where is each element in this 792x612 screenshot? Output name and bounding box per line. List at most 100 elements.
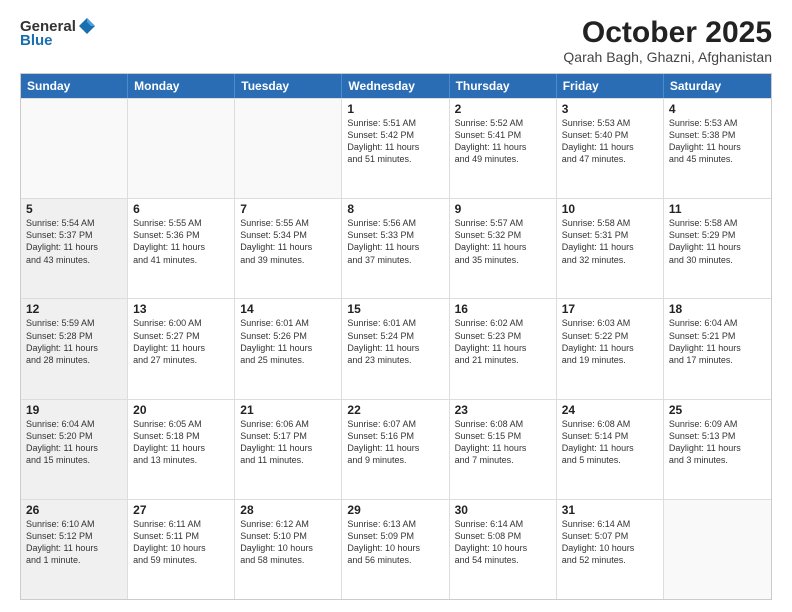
- day-number: 12: [26, 302, 122, 316]
- page: General Blue October 2025 Qarah Bagh, Gh…: [0, 0, 792, 612]
- day-number: 18: [669, 302, 766, 316]
- calendar-cell: 24Sunrise: 6:08 AM Sunset: 5:14 PM Dayli…: [557, 400, 664, 499]
- cell-text: Sunrise: 6:09 AM Sunset: 5:13 PM Dayligh…: [669, 418, 766, 467]
- calendar-row: 19Sunrise: 6:04 AM Sunset: 5:20 PM Dayli…: [21, 399, 771, 499]
- cell-text: Sunrise: 6:08 AM Sunset: 5:15 PM Dayligh…: [455, 418, 551, 467]
- cell-text: Sunrise: 6:04 AM Sunset: 5:20 PM Dayligh…: [26, 418, 122, 467]
- cell-text: Sunrise: 5:58 AM Sunset: 5:31 PM Dayligh…: [562, 217, 658, 266]
- calendar-body: 1Sunrise: 5:51 AM Sunset: 5:42 PM Daylig…: [21, 98, 771, 599]
- calendar-cell: [235, 99, 342, 198]
- calendar-cell: 19Sunrise: 6:04 AM Sunset: 5:20 PM Dayli…: [21, 400, 128, 499]
- calendar-row: 12Sunrise: 5:59 AM Sunset: 5:28 PM Dayli…: [21, 298, 771, 398]
- day-number: 15: [347, 302, 443, 316]
- header: General Blue October 2025 Qarah Bagh, Gh…: [20, 16, 772, 65]
- cell-text: Sunrise: 6:01 AM Sunset: 5:24 PM Dayligh…: [347, 317, 443, 366]
- calendar-cell: 14Sunrise: 6:01 AM Sunset: 5:26 PM Dayli…: [235, 299, 342, 398]
- calendar-cell: 30Sunrise: 6:14 AM Sunset: 5:08 PM Dayli…: [450, 500, 557, 599]
- day-number: 6: [133, 202, 229, 216]
- day-number: 19: [26, 403, 122, 417]
- cell-text: Sunrise: 6:02 AM Sunset: 5:23 PM Dayligh…: [455, 317, 551, 366]
- cell-text: Sunrise: 6:05 AM Sunset: 5:18 PM Dayligh…: [133, 418, 229, 467]
- day-number: 28: [240, 503, 336, 517]
- cell-text: Sunrise: 5:54 AM Sunset: 5:37 PM Dayligh…: [26, 217, 122, 266]
- calendar-cell: 26Sunrise: 6:10 AM Sunset: 5:12 PM Dayli…: [21, 500, 128, 599]
- day-number: 9: [455, 202, 551, 216]
- day-number: 2: [455, 102, 551, 116]
- calendar-cell: 27Sunrise: 6:11 AM Sunset: 5:11 PM Dayli…: [128, 500, 235, 599]
- calendar-cell: 16Sunrise: 6:02 AM Sunset: 5:23 PM Dayli…: [450, 299, 557, 398]
- weekday-header: Wednesday: [342, 74, 449, 98]
- cell-text: Sunrise: 6:07 AM Sunset: 5:16 PM Dayligh…: [347, 418, 443, 467]
- calendar-cell: 4Sunrise: 5:53 AM Sunset: 5:38 PM Daylig…: [664, 99, 771, 198]
- calendar-cell: [664, 500, 771, 599]
- cell-text: Sunrise: 6:04 AM Sunset: 5:21 PM Dayligh…: [669, 317, 766, 366]
- cell-text: Sunrise: 6:14 AM Sunset: 5:08 PM Dayligh…: [455, 518, 551, 567]
- logo: General Blue: [20, 16, 97, 49]
- calendar-cell: [128, 99, 235, 198]
- day-number: 8: [347, 202, 443, 216]
- calendar-cell: 11Sunrise: 5:58 AM Sunset: 5:29 PM Dayli…: [664, 199, 771, 298]
- calendar-cell: 1Sunrise: 5:51 AM Sunset: 5:42 PM Daylig…: [342, 99, 449, 198]
- calendar-cell: 12Sunrise: 5:59 AM Sunset: 5:28 PM Dayli…: [21, 299, 128, 398]
- calendar-cell: 8Sunrise: 5:56 AM Sunset: 5:33 PM Daylig…: [342, 199, 449, 298]
- calendar-cell: 5Sunrise: 5:54 AM Sunset: 5:37 PM Daylig…: [21, 199, 128, 298]
- calendar-cell: 18Sunrise: 6:04 AM Sunset: 5:21 PM Dayli…: [664, 299, 771, 398]
- calendar-row: 26Sunrise: 6:10 AM Sunset: 5:12 PM Dayli…: [21, 499, 771, 599]
- day-number: 7: [240, 202, 336, 216]
- calendar-cell: 23Sunrise: 6:08 AM Sunset: 5:15 PM Dayli…: [450, 400, 557, 499]
- calendar-cell: 9Sunrise: 5:57 AM Sunset: 5:32 PM Daylig…: [450, 199, 557, 298]
- day-number: 31: [562, 503, 658, 517]
- day-number: 21: [240, 403, 336, 417]
- weekday-header: Thursday: [450, 74, 557, 98]
- day-number: 23: [455, 403, 551, 417]
- day-number: 27: [133, 503, 229, 517]
- day-number: 29: [347, 503, 443, 517]
- calendar: SundayMondayTuesdayWednesdayThursdayFrid…: [20, 73, 772, 600]
- day-number: 22: [347, 403, 443, 417]
- logo-blue: Blue: [20, 32, 53, 49]
- calendar-cell: 28Sunrise: 6:12 AM Sunset: 5:10 PM Dayli…: [235, 500, 342, 599]
- calendar-cell: [21, 99, 128, 198]
- cell-text: Sunrise: 5:55 AM Sunset: 5:34 PM Dayligh…: [240, 217, 336, 266]
- day-number: 20: [133, 403, 229, 417]
- cell-text: Sunrise: 5:59 AM Sunset: 5:28 PM Dayligh…: [26, 317, 122, 366]
- calendar-row: 1Sunrise: 5:51 AM Sunset: 5:42 PM Daylig…: [21, 98, 771, 198]
- cell-text: Sunrise: 6:12 AM Sunset: 5:10 PM Dayligh…: [240, 518, 336, 567]
- calendar-cell: 31Sunrise: 6:14 AM Sunset: 5:07 PM Dayli…: [557, 500, 664, 599]
- calendar-cell: 17Sunrise: 6:03 AM Sunset: 5:22 PM Dayli…: [557, 299, 664, 398]
- calendar-cell: 25Sunrise: 6:09 AM Sunset: 5:13 PM Dayli…: [664, 400, 771, 499]
- cell-text: Sunrise: 6:11 AM Sunset: 5:11 PM Dayligh…: [133, 518, 229, 567]
- day-number: 30: [455, 503, 551, 517]
- weekday-header: Friday: [557, 74, 664, 98]
- cell-text: Sunrise: 6:10 AM Sunset: 5:12 PM Dayligh…: [26, 518, 122, 567]
- day-number: 16: [455, 302, 551, 316]
- calendar-cell: 21Sunrise: 6:06 AM Sunset: 5:17 PM Dayli…: [235, 400, 342, 499]
- weekday-header: Monday: [128, 74, 235, 98]
- day-number: 13: [133, 302, 229, 316]
- calendar-cell: 3Sunrise: 5:53 AM Sunset: 5:40 PM Daylig…: [557, 99, 664, 198]
- cell-text: Sunrise: 6:08 AM Sunset: 5:14 PM Dayligh…: [562, 418, 658, 467]
- calendar-row: 5Sunrise: 5:54 AM Sunset: 5:37 PM Daylig…: [21, 198, 771, 298]
- cell-text: Sunrise: 5:53 AM Sunset: 5:40 PM Dayligh…: [562, 117, 658, 166]
- calendar-cell: 15Sunrise: 6:01 AM Sunset: 5:24 PM Dayli…: [342, 299, 449, 398]
- cell-text: Sunrise: 5:56 AM Sunset: 5:33 PM Dayligh…: [347, 217, 443, 266]
- day-number: 26: [26, 503, 122, 517]
- weekday-header: Saturday: [664, 74, 771, 98]
- cell-text: Sunrise: 5:53 AM Sunset: 5:38 PM Dayligh…: [669, 117, 766, 166]
- day-number: 4: [669, 102, 766, 116]
- day-number: 25: [669, 403, 766, 417]
- weekday-header: Tuesday: [235, 74, 342, 98]
- cell-text: Sunrise: 6:06 AM Sunset: 5:17 PM Dayligh…: [240, 418, 336, 467]
- calendar-cell: 20Sunrise: 6:05 AM Sunset: 5:18 PM Dayli…: [128, 400, 235, 499]
- cell-text: Sunrise: 6:13 AM Sunset: 5:09 PM Dayligh…: [347, 518, 443, 567]
- cell-text: Sunrise: 6:03 AM Sunset: 5:22 PM Dayligh…: [562, 317, 658, 366]
- calendar-cell: 10Sunrise: 5:58 AM Sunset: 5:31 PM Dayli…: [557, 199, 664, 298]
- day-number: 1: [347, 102, 443, 116]
- cell-text: Sunrise: 5:51 AM Sunset: 5:42 PM Dayligh…: [347, 117, 443, 166]
- calendar-header: SundayMondayTuesdayWednesdayThursdayFrid…: [21, 74, 771, 98]
- day-number: 24: [562, 403, 658, 417]
- day-number: 10: [562, 202, 658, 216]
- cell-text: Sunrise: 6:01 AM Sunset: 5:26 PM Dayligh…: [240, 317, 336, 366]
- weekday-header: Sunday: [21, 74, 128, 98]
- location-title: Qarah Bagh, Ghazni, Afghanistan: [563, 49, 772, 65]
